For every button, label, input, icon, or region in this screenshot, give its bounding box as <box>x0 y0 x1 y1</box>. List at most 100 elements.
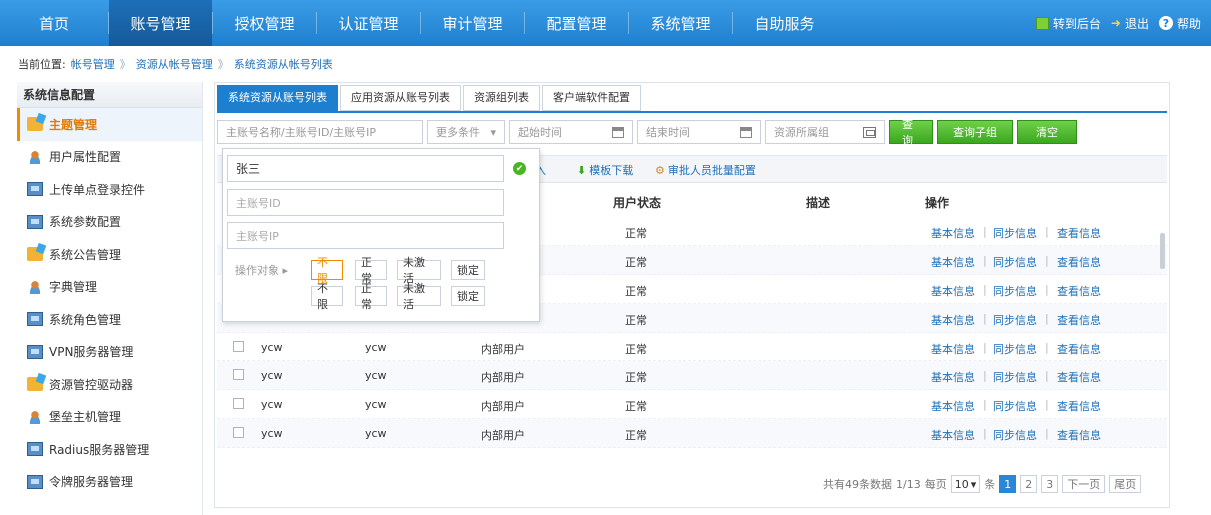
scrollbar[interactable] <box>1160 233 1165 269</box>
op-separator: | <box>983 282 987 296</box>
breadcrumb-item-resource-account[interactable]: 资源从帐号管理 <box>136 56 213 72</box>
sidebar-item-dictionary[interactable]: 字典管理 <box>17 271 202 304</box>
breadcrumb-item-account[interactable]: 帐号管理 <box>71 56 115 72</box>
resource-group-input[interactable]: 资源所属组 <box>765 120 885 144</box>
query-button[interactable]: 查询 <box>889 118 933 147</box>
filter-chip-normal[interactable]: 正常 <box>355 282 387 311</box>
operation-target-text: 操作对象 <box>235 264 279 277</box>
view-info-link[interactable]: 查看信息 <box>1057 283 1101 299</box>
filter-chip-locked[interactable]: 锁定 <box>451 286 485 306</box>
backend-label: 转到后台 <box>1052 16 1101 31</box>
account-name-input[interactable]: 张三 <box>227 155 504 182</box>
page-button-1[interactable]: 1 <box>999 475 1017 493</box>
nav-tab-home[interactable]: 首页 <box>0 0 108 46</box>
basic-info-link[interactable]: 基本信息 <box>931 225 975 241</box>
sidebar-item-radius[interactable]: Radius服务器管理 <box>17 433 202 466</box>
template-download-button[interactable]: ⬇ 模板下载 <box>577 162 633 178</box>
sync-info-link[interactable]: 同步信息 <box>993 283 1037 299</box>
filter-chip-inactive[interactable]: 未激活 <box>397 256 441 285</box>
sidebar-item-vpn[interactable]: VPN服务器管理 <box>17 336 202 369</box>
view-info-link[interactable]: 查看信息 <box>1057 225 1101 241</box>
sidebar-item-sys-params[interactable]: 系统参数配置 <box>17 206 202 239</box>
filter-chip-inactive[interactable]: 未激活 <box>397 282 441 311</box>
op-separator: | <box>1045 427 1049 441</box>
nav-tab-authentication[interactable]: 认证管理 <box>317 0 420 46</box>
nav-tab-config[interactable]: 配置管理 <box>525 0 628 46</box>
page-button-3[interactable]: 3 <box>1041 475 1059 493</box>
end-time-input[interactable]: 结束时间 <box>637 120 761 144</box>
header-operations: 操作 <box>925 196 950 210</box>
group-tree-icon[interactable] <box>863 126 876 138</box>
op-separator: | <box>1045 369 1049 383</box>
help-icon: ? <box>1158 16 1173 30</box>
basic-info-link[interactable]: 基本信息 <box>931 398 975 414</box>
calendar-icon[interactable] <box>740 126 752 138</box>
sync-info-link[interactable]: 同步信息 <box>993 427 1037 443</box>
per-page-select[interactable]: 10 ▾ <box>950 475 981 493</box>
row-checkbox[interactable] <box>233 398 244 410</box>
help-link[interactable]: ? 帮助 <box>1158 15 1201 32</box>
basic-info-link[interactable]: 基本信息 <box>931 283 975 299</box>
basic-info-link[interactable]: 基本信息 <box>931 369 975 385</box>
sync-info-link[interactable]: 同步信息 <box>993 225 1037 241</box>
next-page-button[interactable]: 下一页 <box>1062 475 1106 493</box>
logout-link[interactable]: ➜ 退出 <box>1111 15 1149 32</box>
filter-chip-unlimited[interactable]: 不限 <box>311 282 343 311</box>
clear-button[interactable]: 清空 <box>1017 120 1077 144</box>
sidebar-item-announcement[interactable]: 系统公告管理 <box>17 238 202 271</box>
row-checkbox[interactable] <box>233 340 244 352</box>
page-button-2[interactable]: 2 <box>1020 475 1038 493</box>
sidebar-item-token[interactable]: 令牌服务器管理 <box>17 466 202 499</box>
breadcrumb-item-current[interactable]: 系统资源从帐号列表 <box>234 56 333 72</box>
nav-tab-audit[interactable]: 审计管理 <box>421 0 524 46</box>
sync-info-link[interactable]: 同步信息 <box>993 312 1037 328</box>
nav-tab-system[interactable]: 系统管理 <box>629 0 732 46</box>
account-search-input[interactable]: 主账号名称/主账号ID/主账号IP <box>217 120 423 144</box>
resource-group-placeholder: 资源所属组 <box>774 126 829 139</box>
header-user-status: 用户状态 <box>613 196 662 210</box>
sync-info-link[interactable]: 同步信息 <box>993 341 1037 357</box>
sidebar-item-theme[interactable]: 主题管理 <box>17 108 202 141</box>
sync-info-link[interactable]: 同步信息 <box>993 398 1037 414</box>
row-checkbox[interactable] <box>233 369 244 381</box>
account-id-input[interactable]: 主账号ID <box>227 189 504 216</box>
filter-chip-normal[interactable]: 正常 <box>355 256 387 285</box>
cell-user-type: 内部用户 <box>481 400 525 414</box>
nav-tab-account[interactable]: 账号管理 <box>109 0 212 46</box>
filter-chip-locked[interactable]: 锁定 <box>451 260 485 280</box>
row-checkbox[interactable] <box>233 427 244 439</box>
view-info-link[interactable]: 查看信息 <box>1057 341 1101 357</box>
more-conditions-select[interactable]: 更多条件 ▾ <box>427 120 505 144</box>
filter-chip-unlimited[interactable]: 不限 <box>311 256 343 285</box>
sidebar-item-bastion[interactable]: 堡垒主机管理 <box>17 401 202 434</box>
tab-system-resource-accounts[interactable]: 系统资源从账号列表 <box>217 85 338 111</box>
sidebar-item-drivers[interactable]: 资源管控驱动器 <box>17 368 202 401</box>
backend-link[interactable]: 转到后台 <box>1035 15 1101 32</box>
approver-batch-config-button[interactable]: ⚙ 审批人员批量配置 <box>655 162 756 178</box>
view-info-link[interactable]: 查看信息 <box>1057 427 1101 443</box>
calendar-icon[interactable] <box>612 126 624 138</box>
nav-tab-authorization[interactable]: 授权管理 <box>213 0 316 46</box>
account-ip-input[interactable]: 主账号IP <box>227 222 504 249</box>
sync-info-link[interactable]: 同步信息 <box>993 254 1037 270</box>
basic-info-link[interactable]: 基本信息 <box>931 254 975 270</box>
tab-client-software[interactable]: 客户端软件配置 <box>542 85 641 111</box>
tab-resource-groups[interactable]: 资源组列表 <box>463 85 540 111</box>
sync-info-link[interactable]: 同步信息 <box>993 369 1037 385</box>
basic-info-link[interactable]: 基本信息 <box>931 312 975 328</box>
tab-app-resource-accounts[interactable]: 应用资源从账号列表 <box>340 85 461 111</box>
sidebar-item-roles[interactable]: 系统角色管理 <box>17 303 202 336</box>
basic-info-link[interactable]: 基本信息 <box>931 341 975 357</box>
query-subgroup-button[interactable]: 查询子组 <box>937 120 1013 144</box>
view-info-link[interactable]: 查看信息 <box>1057 312 1101 328</box>
view-info-link[interactable]: 查看信息 <box>1057 254 1101 270</box>
sidebar-item-sso-upload[interactable]: 上传单点登录控件 <box>17 173 202 206</box>
start-time-input[interactable]: 起始时间 <box>509 120 633 144</box>
basic-info-link[interactable]: 基本信息 <box>931 427 975 443</box>
view-info-link[interactable]: 查看信息 <box>1057 369 1101 385</box>
view-info-link[interactable]: 查看信息 <box>1057 398 1101 414</box>
nav-tab-selfservice[interactable]: 自助服务 <box>733 0 836 46</box>
last-page-button[interactable]: 尾页 <box>1109 475 1142 493</box>
sidebar-item-label: 用户属性配置 <box>49 150 122 165</box>
sidebar-item-user-attr[interactable]: 用户属性配置 <box>17 141 202 174</box>
